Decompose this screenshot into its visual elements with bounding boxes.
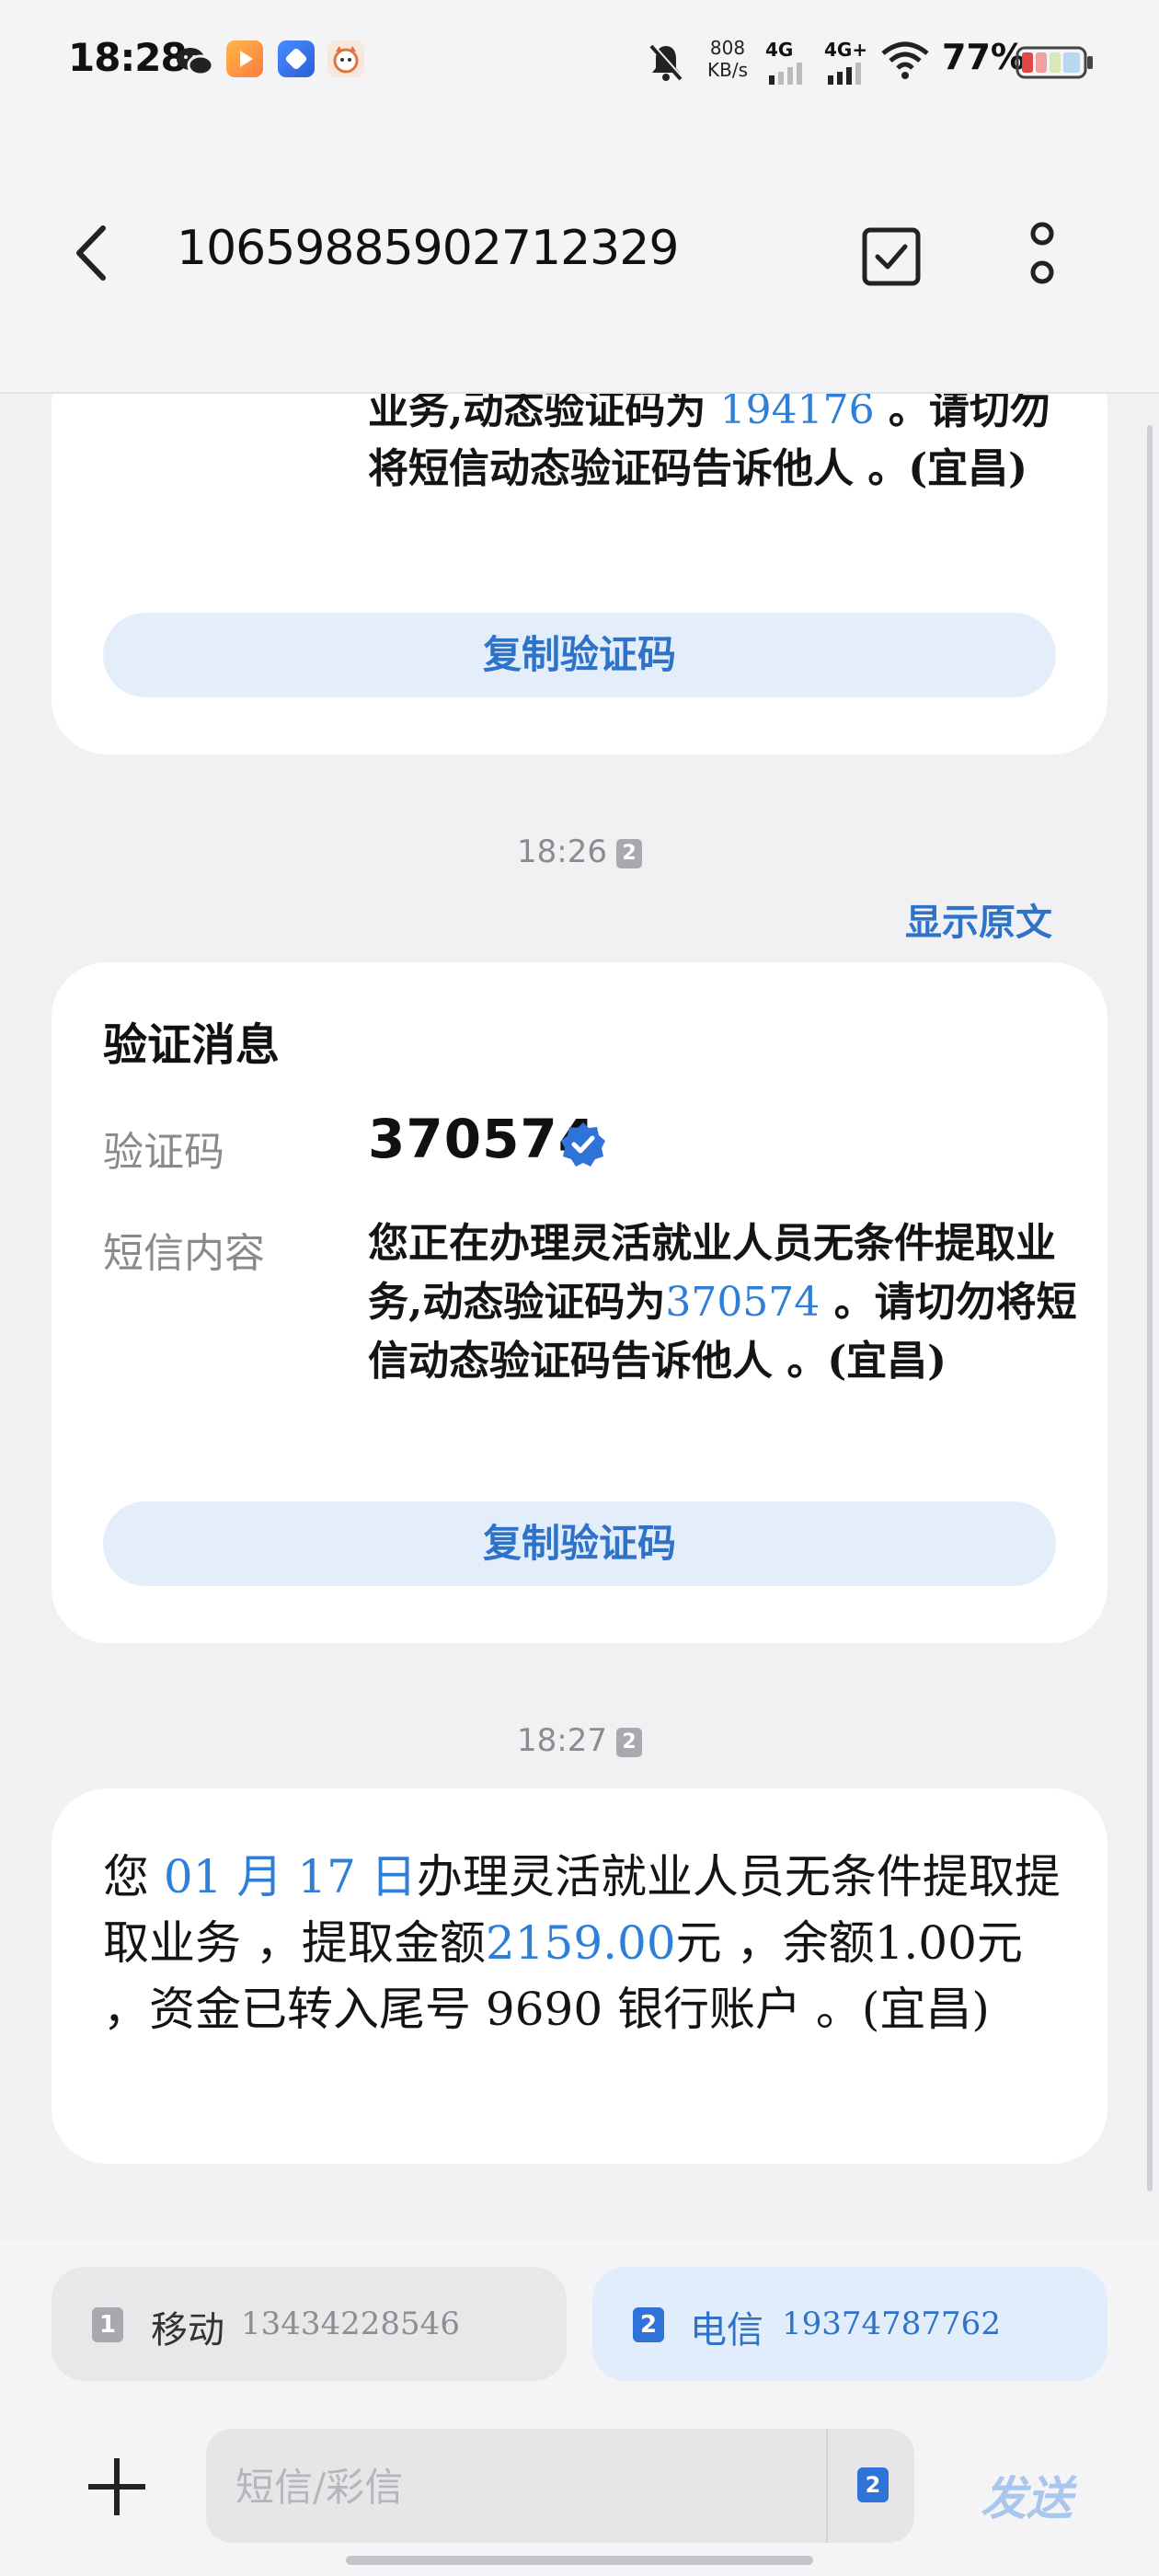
more-options-button-overlay[interactable] [1019,219,1065,293]
sim1-number: 1 [92,2307,123,2342]
sim1-signal-icon: 4G [765,39,817,88]
verification-card: 验证消息 验证码 370574 短信内容 您正在办理灵活就业人员无条件提取业务,… [52,962,1107,1643]
back-button-overlay[interactable] [64,221,120,285]
message-input[interactable] [234,2456,826,2517]
message-3-text: 您 01 月 17 日办理灵活就业人员无条件提取提取业务 ，提取金额2159.0… [103,1850,1061,2036]
message-3-amount[interactable]: 2159.00 [486,1916,676,1970]
sim2-option[interactable]: 2 电信 19374787762 [592,2267,1107,2381]
message-card-3: 您 01 月 17 日办理灵活就业人员无条件提取提取业务 ，提取金额2159.0… [52,1788,1107,2164]
show-original-link[interactable]: 显示原文 [905,892,1052,946]
wechat-icon [175,40,214,77]
content-label: 短信内容 [103,1230,265,1277]
more-vertical-icon [1030,222,1054,284]
plus-icon [88,2458,145,2515]
mute-icon [648,42,684,86]
sim2-signal-icon: 4G+ [824,39,879,88]
input-divider [826,2429,828,2543]
wifi-icon [879,40,931,85]
battery-icon [1016,46,1095,83]
code-label: 验证码 [103,1129,224,1176]
scrollbar[interactable] [1147,425,1153,2191]
sms-content-code[interactable]: 370574 [665,1279,820,1326]
send-button[interactable]: 发送 [981,2462,1073,2528]
verification-card-title: 验证消息 [103,1019,281,1071]
home-indicator[interactable] [346,2556,813,2565]
sim-badge: 2 [615,838,642,868]
copy-code-button-2[interactable]: 复制验证码 [103,1501,1056,1586]
sim1-option[interactable]: 1 移动 13434228546 [52,2267,567,2381]
checkbox-icon [862,227,921,286]
message-3-date[interactable]: 01 月 17 日 [164,1850,417,1903]
blue-app-icon [278,40,315,77]
message-1-text: 业务,动态验证码为 194176 。请切勿将短信动态验证码告诉他人 。(宜昌) [368,386,1050,492]
video-app-icon [226,40,263,77]
conversation-title-overlay: 10659885902712329 [177,221,679,276]
status-time: 18:28 [68,35,188,80]
sim1-phone: 13434228546 [241,2306,460,2342]
message-card-1: 业务,动态验证码为 194176 。请切勿将短信动态验证码告诉他人 。(宜昌) … [52,350,1107,754]
sms-content: 您正在办理灵活就业人员无条件提取业务,动态验证码为370574 。请切勿将短信动… [368,1220,1077,1385]
copy-code-button-1[interactable]: 复制验证码 [103,613,1056,697]
sim2-phone: 19374787762 [782,2306,1001,2342]
add-attachment-button[interactable] [83,2453,151,2521]
message-input-container: 2 [206,2429,914,2543]
cat-app-icon [327,40,364,77]
timestamp-1: 18:26 2 [0,834,1159,870]
battery-percent: 77% [942,37,1026,77]
timestamp-2: 18:27 2 [0,1722,1159,1759]
select-button-overlay[interactable] [861,226,922,287]
sim2-name: 电信 [690,2309,763,2352]
sim1-name: 移动 [151,2309,224,2352]
network-speed: 808 KB/s [707,37,748,81]
compose-sim-switch[interactable]: 2 [857,2467,889,2502]
back-arrow-icon [76,225,106,281]
verified-badge-icon [559,1121,607,1172]
sim-badge: 2 [615,1727,642,1757]
sim2-number: 2 [633,2307,664,2342]
